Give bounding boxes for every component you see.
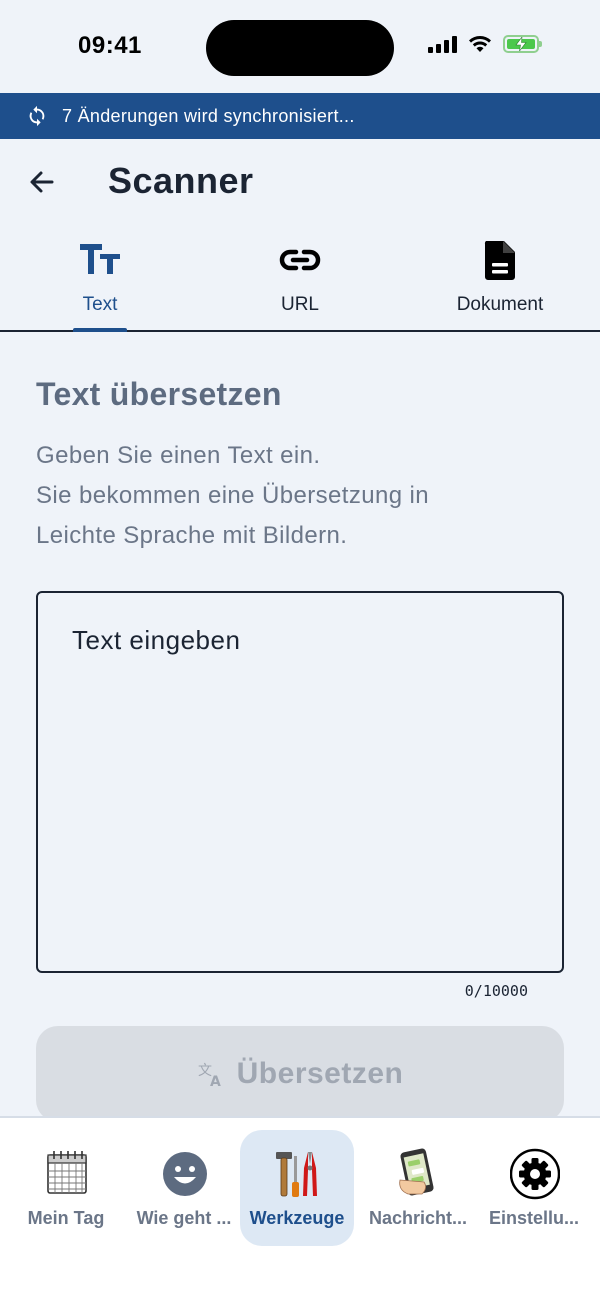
tab-url[interactable]: URL [200,230,400,330]
tab-text-label: Text [82,294,118,315]
sync-icon [29,105,45,127]
tab-dokument-label: Dokument [456,294,544,315]
link-icon [279,249,321,271]
app-header: Scanner [0,140,600,226]
tab-dokument[interactable]: Dokument [400,230,600,330]
translate-button-label: Übersetzen [236,1057,404,1090]
status-time: 09:41 [78,32,142,59]
sync-banner: 7 Änderungen wird synchronisiert... [0,93,600,139]
nav-nachrichten[interactable]: Nachricht... [358,1130,478,1246]
description-line: Geben Sie einen Text ein. [36,442,321,469]
cellular-signal-icon [428,35,457,53]
smiley-icon [163,1152,207,1196]
nav-mein-tag-label: Mein Tag [27,1208,105,1228]
description-line: Leichte Sprache mit Bildern. [36,522,348,549]
bottom-navigation: Mein Tag Wie geht ... Werkzeuge Nachrich… [0,1116,600,1304]
svg-text:A: A [210,1074,221,1088]
description-line: Sie bekommen eine Übersetzung in [36,482,430,509]
text-format-icon [80,244,120,274]
page-title: Scanner [108,160,254,201]
status-bar: 09:41 [0,0,600,92]
translate-icon: 文 A [198,1063,221,1088]
nav-wie-geht[interactable]: Wie geht ... [124,1130,244,1246]
scanner-screen: 09:41 7 Änderungen wird synchronisiert..… [0,0,600,1304]
nav-werkzeuge-label: Werkzeuge [249,1208,345,1228]
calendar-icon [47,1151,87,1194]
active-tab-indicator [73,328,127,332]
nav-mein-tag[interactable]: Mein Tag [6,1130,126,1246]
gear-icon [510,1148,560,1200]
document-icon [484,241,515,280]
nav-wie-geht-label: Wie geht ... [136,1208,232,1228]
status-icons [428,34,542,54]
nav-nachrichten-label: Nachricht... [368,1208,468,1228]
text-input[interactable] [36,591,564,973]
phone-message-icon [399,1148,434,1196]
wifi-icon [469,36,491,52]
section-description: Geben Sie einen Text ein. Sie bekommen e… [36,436,556,556]
sync-status-text: 7 Änderungen wird synchronisiert... [62,105,355,126]
nav-einstellungen-label: Einstellu... [488,1208,580,1228]
scanner-tabs: Text URL Dokument [0,230,600,332]
section-title: Text übersetzen [36,376,282,412]
tab-url-label: URL [280,294,319,315]
battery-charging-icon [503,35,542,53]
tab-text[interactable]: Text [0,230,200,332]
nav-einstellungen[interactable]: Einstellu... [474,1130,594,1246]
back-button[interactable] [26,166,58,198]
character-counter: 0/10000 [464,982,528,1000]
tools-icon [276,1152,317,1197]
nav-werkzeuge[interactable]: Werkzeuge [240,1130,354,1246]
translate-button[interactable]: 文 A Übersetzen [36,1026,564,1122]
dynamic-island [206,20,394,76]
